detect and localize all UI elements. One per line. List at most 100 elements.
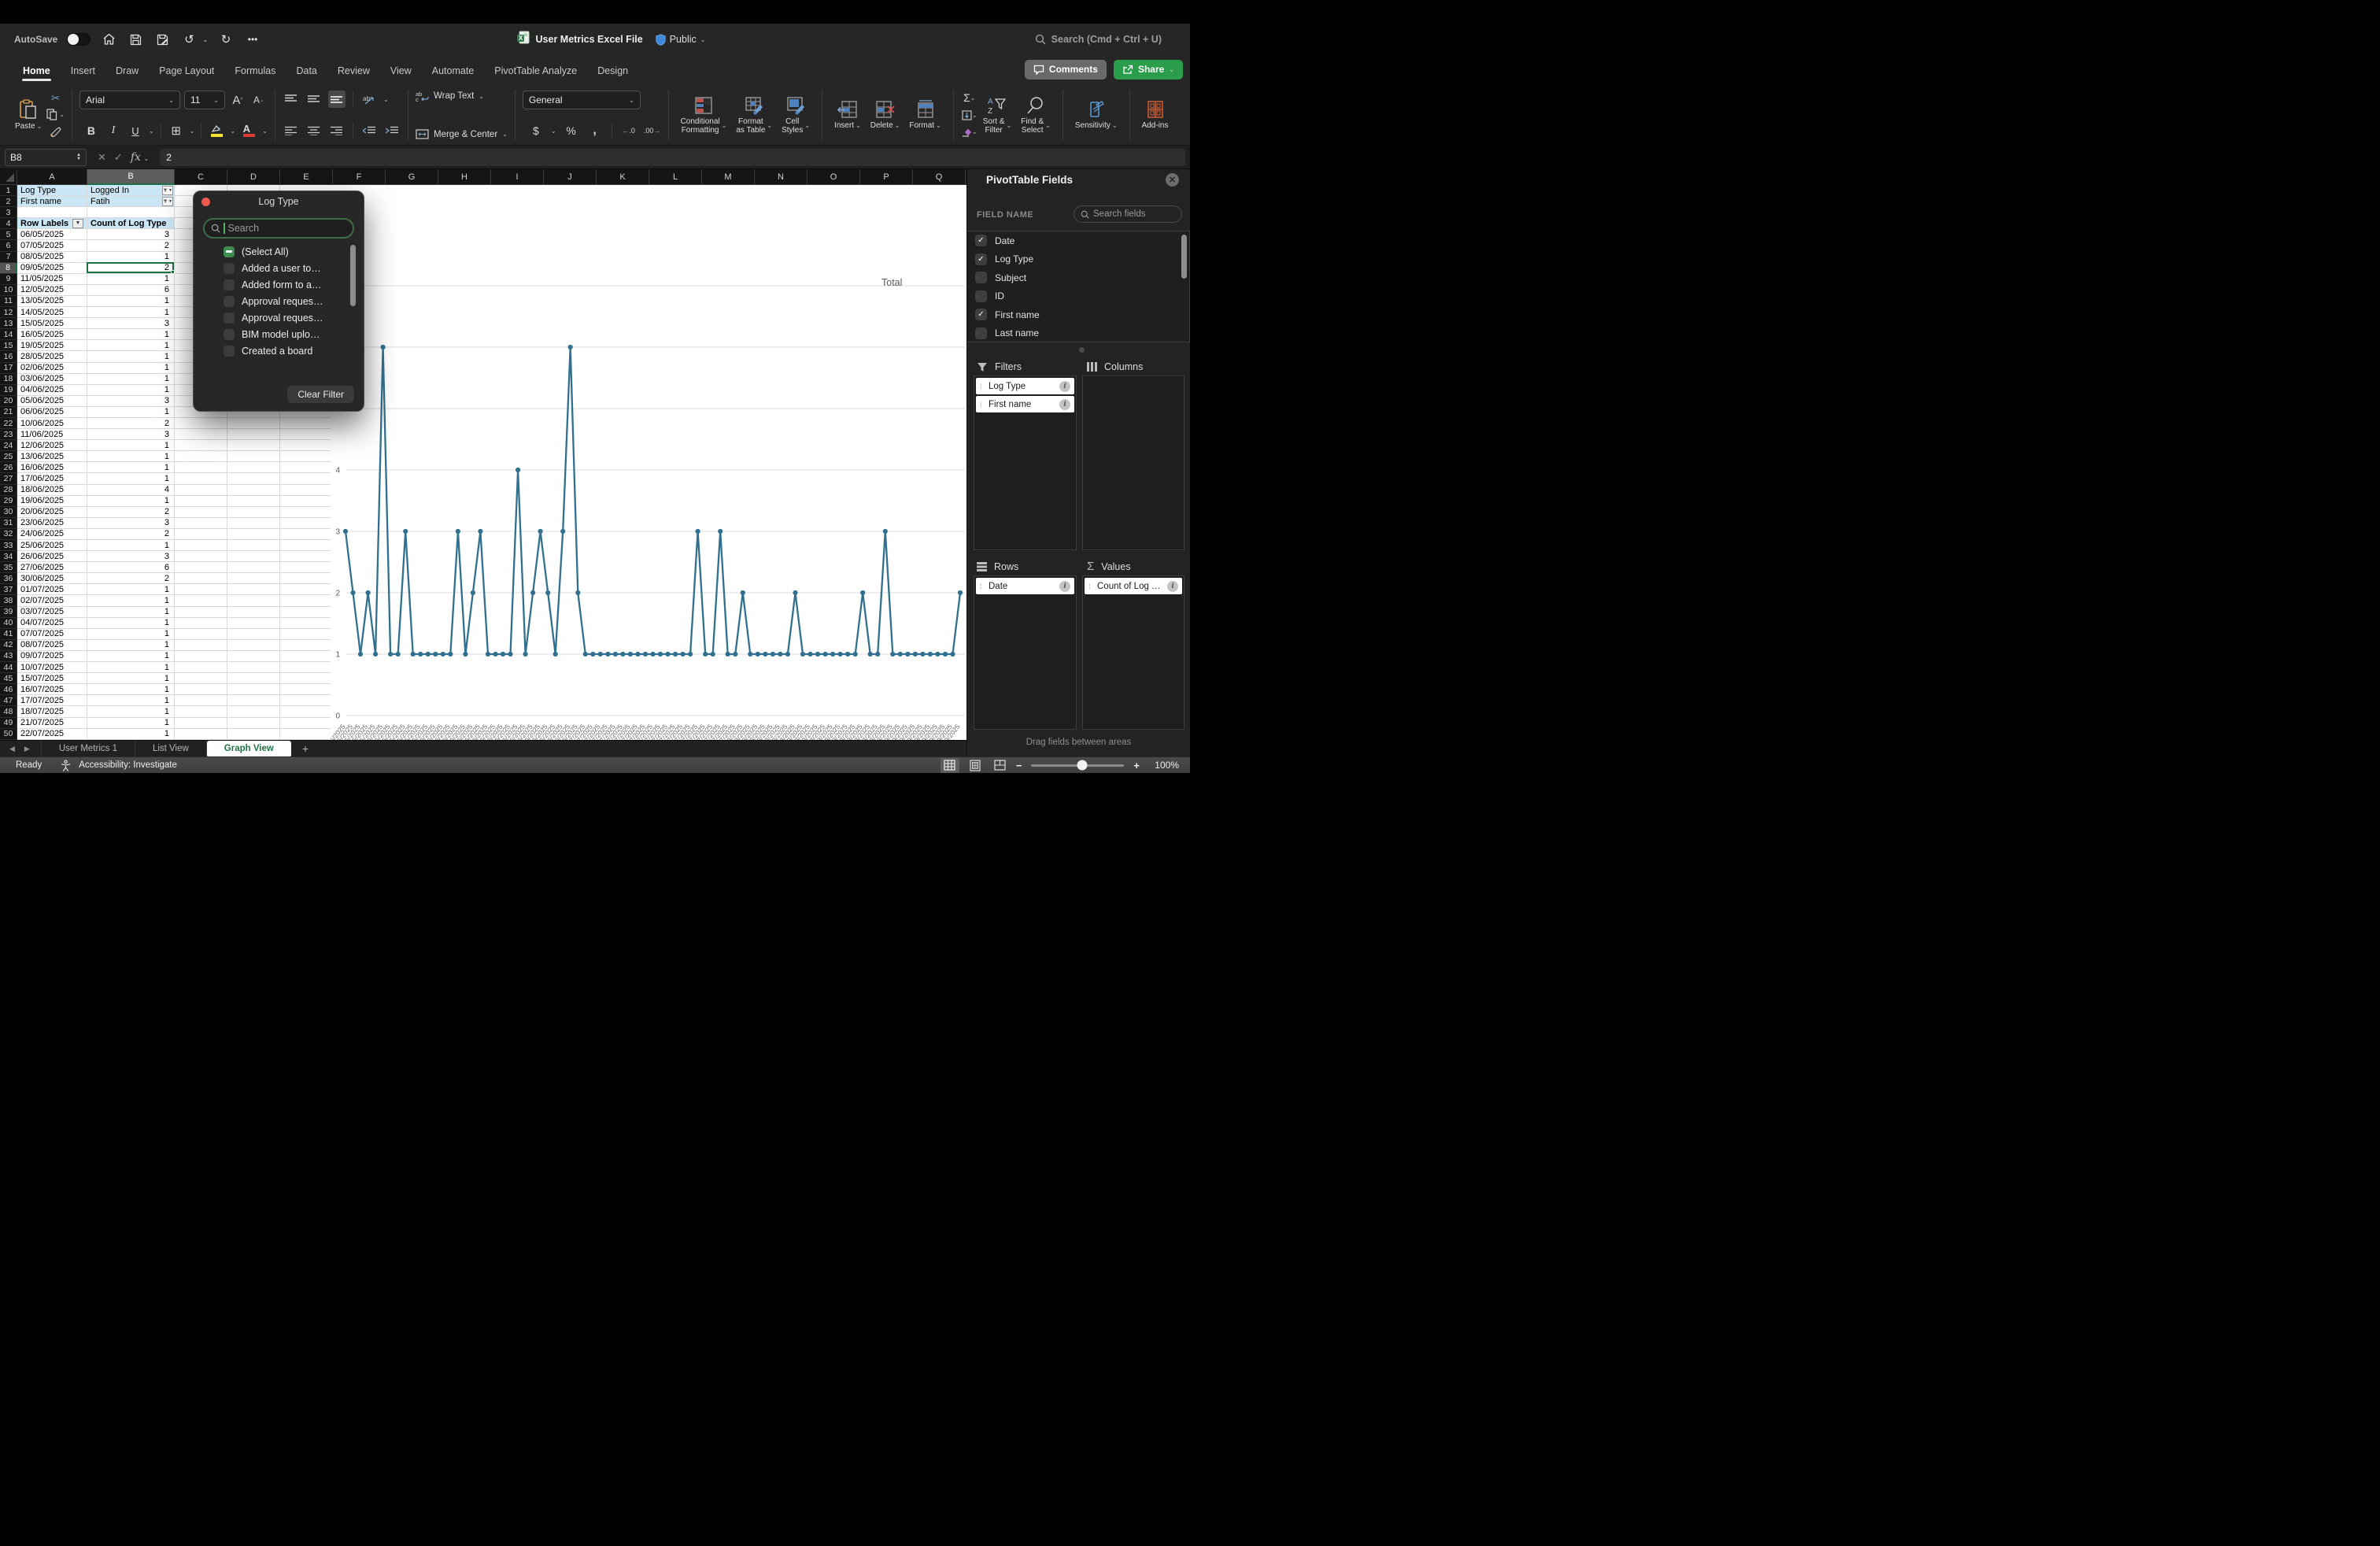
cell-A7[interactable]: 08/05/2025 <box>17 252 87 263</box>
decrease-indent-icon[interactable] <box>360 122 378 139</box>
row-header-24[interactable]: 24 <box>0 440 17 451</box>
cell-D30[interactable] <box>227 507 280 518</box>
fill-color-button[interactable] <box>208 122 225 139</box>
data-point[interactable] <box>530 590 535 595</box>
row-header-31[interactable]: 31 <box>0 518 17 529</box>
cell-E47[interactable] <box>280 695 333 706</box>
data-point[interactable] <box>501 652 505 656</box>
data-point[interactable] <box>433 652 438 656</box>
filters-dropzone[interactable]: ⁞Log Typei⁞First namei <box>974 375 1077 550</box>
cell-B38[interactable]: 1 <box>87 595 175 606</box>
insert-function-icon[interactable]: fx ⌄ <box>131 151 149 164</box>
data-point[interactable] <box>456 529 460 534</box>
filter-checkbox[interactable] <box>224 346 235 357</box>
cell-A18[interactable]: 03/06/2025 <box>17 374 87 385</box>
cell-D29[interactable] <box>227 496 280 507</box>
data-point[interactable] <box>741 590 745 595</box>
data-point[interactable] <box>756 652 760 656</box>
cell-A39[interactable]: 03/07/2025 <box>17 607 87 618</box>
data-point[interactable] <box>838 652 843 656</box>
row-header-1[interactable]: 1 <box>0 185 17 196</box>
undo-icon[interactable]: ↺ <box>180 31 198 47</box>
cell-D42[interactable] <box>227 640 280 651</box>
cell-E43[interactable] <box>280 651 333 662</box>
autosave-toggle[interactable] <box>67 33 91 46</box>
row-header-22[interactable]: 22 <box>0 418 17 429</box>
data-point[interactable] <box>366 590 371 595</box>
row-header-30[interactable]: 30 <box>0 507 17 518</box>
data-point[interactable] <box>560 529 565 534</box>
pill-first-name[interactable]: ⁞First namei <box>976 396 1074 412</box>
data-point[interactable] <box>673 652 678 656</box>
cell-D25[interactable] <box>227 451 280 462</box>
filter-item-3[interactable]: Approval reques… <box>224 293 356 309</box>
row-header-36[interactable]: 36 <box>0 573 17 584</box>
cell-D47[interactable] <box>227 695 280 706</box>
row-header-4[interactable]: 4 <box>0 218 17 229</box>
data-point[interactable] <box>478 529 482 534</box>
autosum-icon[interactable]: Σ ⌄ <box>961 90 978 106</box>
ribbon-tab-automate[interactable]: Automate <box>422 59 485 83</box>
data-point[interactable] <box>358 652 363 656</box>
font-color-button[interactable]: A <box>240 122 257 139</box>
cell-B41[interactable]: 1 <box>87 629 175 640</box>
cell-E40[interactable] <box>280 618 333 629</box>
cell-B12[interactable]: 1 <box>87 307 175 318</box>
row-header-6[interactable]: 6 <box>0 240 17 251</box>
column-header-M[interactable]: M <box>702 169 755 185</box>
cell-B22[interactable]: 2 <box>87 418 175 429</box>
cell-D48[interactable] <box>227 706 280 717</box>
italic-button[interactable]: I <box>105 122 122 139</box>
decrease-decimal-icon[interactable]: .00→ <box>644 122 661 139</box>
data-point[interactable] <box>583 652 588 656</box>
rows-dropzone[interactable]: ⁞Datei <box>974 575 1077 730</box>
data-point[interactable] <box>553 652 558 656</box>
cell-B24[interactable]: 1 <box>87 440 175 451</box>
cell-B23[interactable]: 3 <box>87 429 175 440</box>
cell-A6[interactable]: 07/05/2025 <box>17 240 87 251</box>
fill-handle[interactable] <box>171 270 175 274</box>
column-header-G[interactable]: G <box>386 169 438 185</box>
row-header-32[interactable]: 32 <box>0 529 17 540</box>
font-size-select[interactable]: 11⌄ <box>184 91 225 109</box>
ribbon-tab-design[interactable]: Design <box>587 59 638 83</box>
ribbon-tab-formulas[interactable]: Formulas <box>224 59 286 83</box>
cell-A34[interactable]: 26/06/2025 <box>17 551 87 562</box>
row-header-16[interactable]: 16 <box>0 351 17 362</box>
field-item-subject[interactable]: Subject <box>967 268 1189 287</box>
data-point[interactable] <box>635 652 640 656</box>
data-point[interactable] <box>793 590 797 595</box>
data-point[interactable] <box>935 652 940 656</box>
sheet-tab-graph-view[interactable]: Graph View <box>207 741 291 757</box>
row-header-35[interactable]: 35 <box>0 562 17 573</box>
cell-B11[interactable]: 1 <box>87 296 175 307</box>
info-icon[interactable]: i <box>1059 581 1070 592</box>
data-point[interactable] <box>943 652 948 656</box>
row-header-5[interactable]: 5 <box>0 229 17 240</box>
cell-A14[interactable]: 16/05/2025 <box>17 329 87 340</box>
row-header-40[interactable]: 40 <box>0 618 17 629</box>
sheet-tab-list-view[interactable]: List View <box>135 741 207 757</box>
column-header-F[interactable]: F <box>333 169 386 185</box>
copy-icon[interactable]: ⌄ <box>46 107 65 122</box>
field-checkbox[interactable]: ✓ <box>975 235 987 246</box>
row-header-45[interactable]: 45 <box>0 673 17 684</box>
column-header-O[interactable]: O <box>808 169 860 185</box>
select-all-checkbox[interactable] <box>224 246 235 257</box>
add-sheet-button[interactable]: + <box>291 742 320 755</box>
cell-A2[interactable]: First name <box>17 196 87 207</box>
cell-B10[interactable]: 6 <box>87 285 175 296</box>
row-header-38[interactable]: 38 <box>0 595 17 606</box>
zoom-out-button[interactable]: − <box>1016 760 1022 771</box>
cell-D49[interactable] <box>227 718 280 729</box>
page-break-view-button[interactable] <box>991 758 1010 773</box>
data-point[interactable] <box>658 652 663 656</box>
align-top-icon[interactable] <box>283 91 300 108</box>
cut-icon[interactable]: ✂ <box>46 91 65 105</box>
filter-item-0[interactable]: (Select All) <box>224 243 356 260</box>
cell-B30[interactable]: 2 <box>87 507 175 518</box>
filter-checkbox[interactable] <box>224 313 235 324</box>
save-as-icon[interactable] <box>153 31 171 47</box>
cell-A47[interactable]: 17/07/2025 <box>17 695 87 706</box>
column-header-B[interactable]: B <box>87 169 175 185</box>
